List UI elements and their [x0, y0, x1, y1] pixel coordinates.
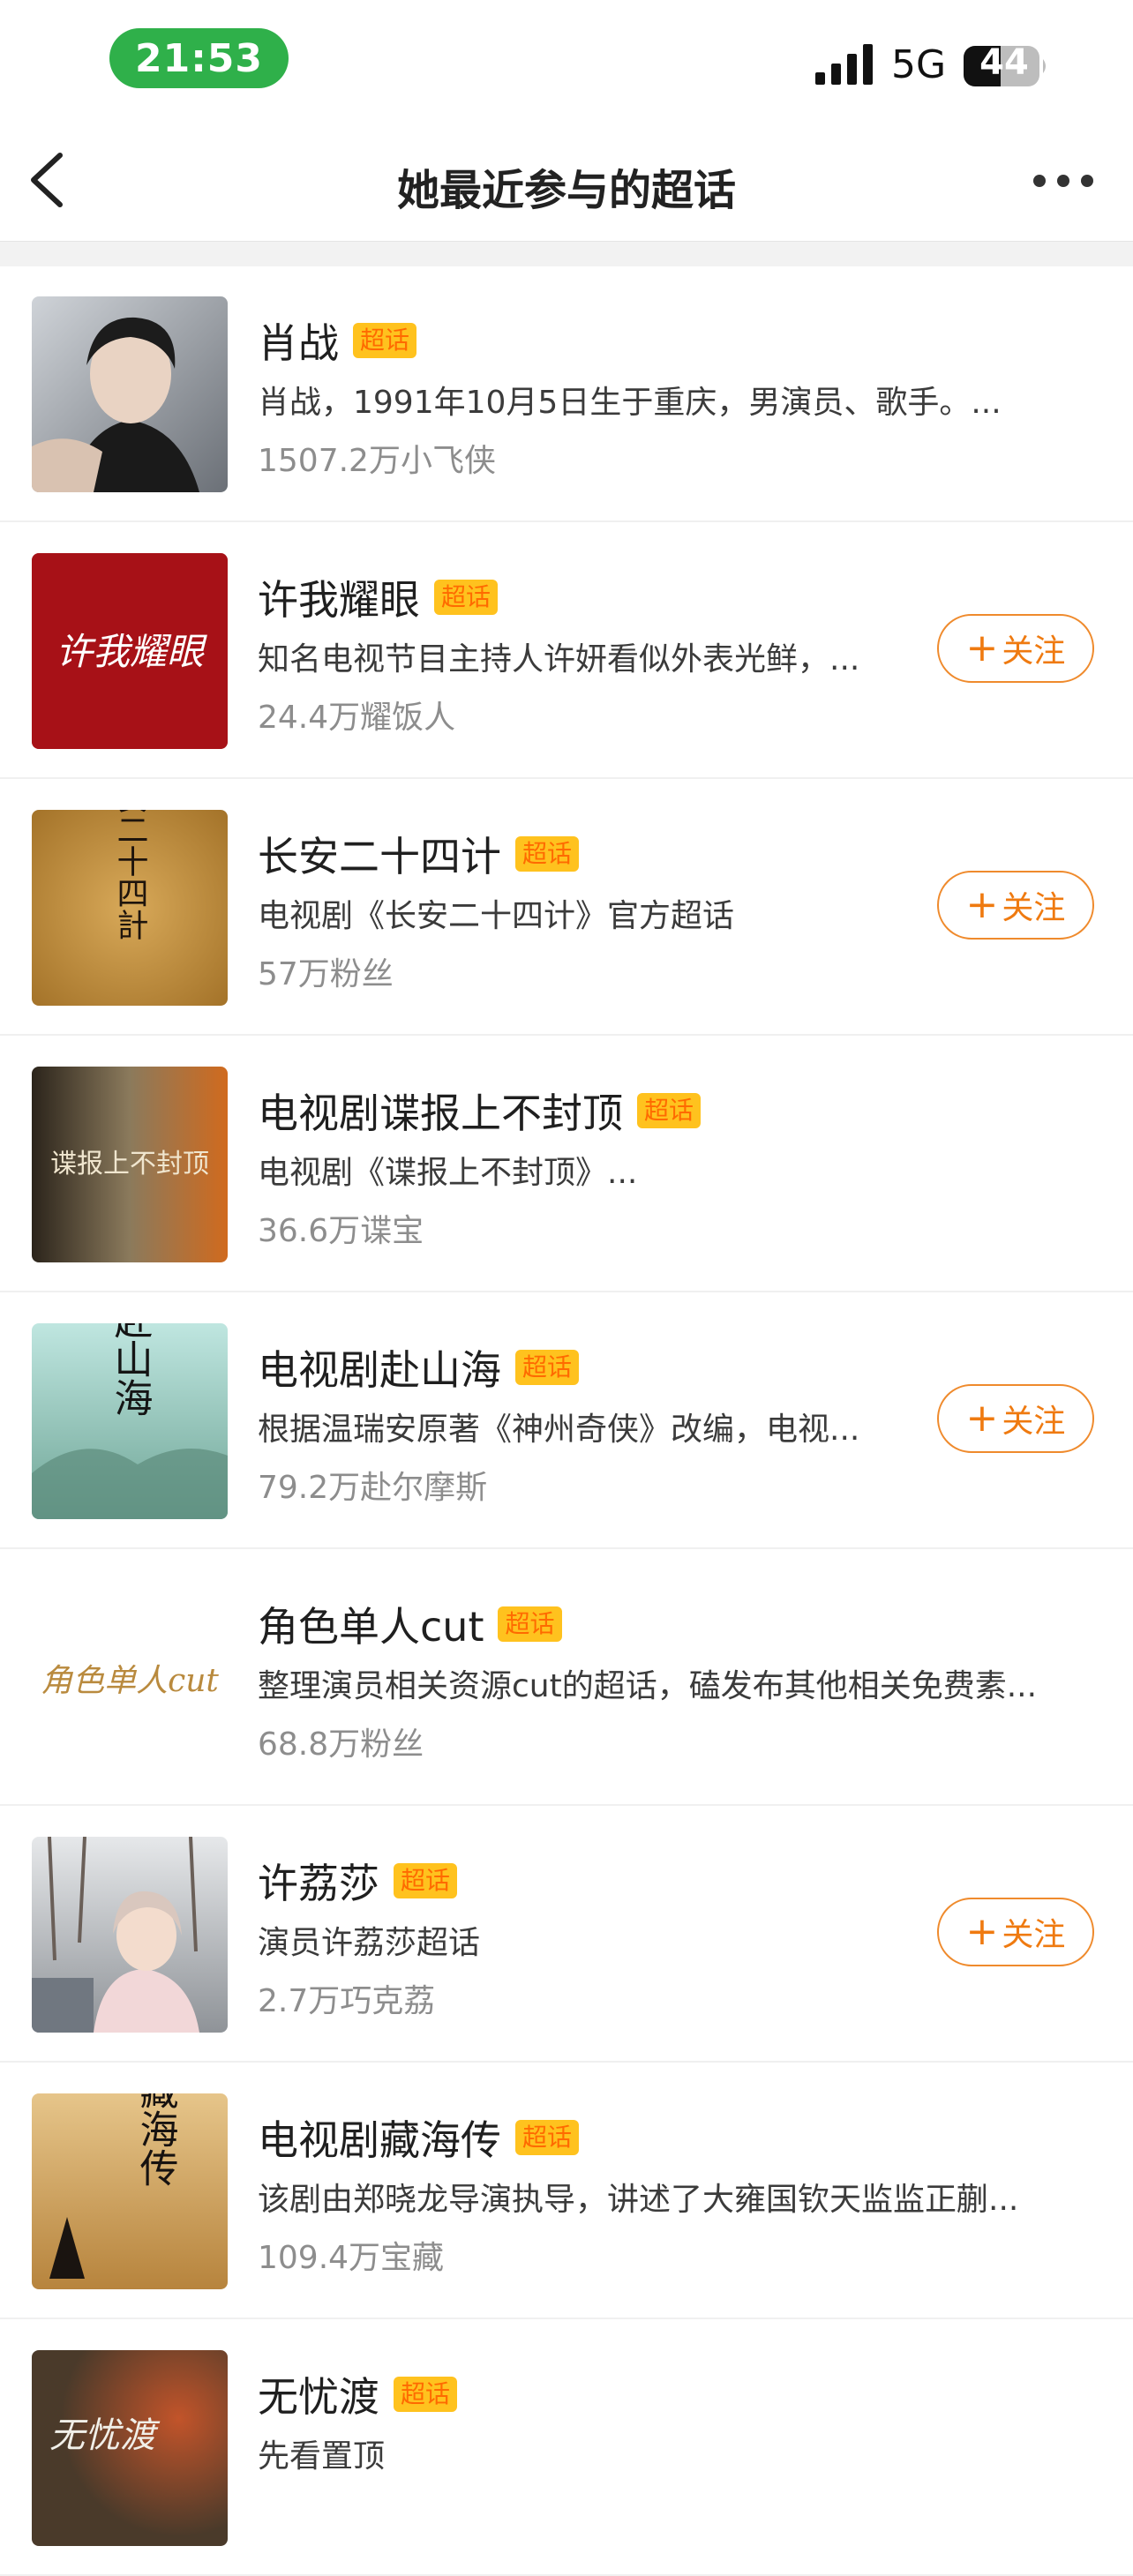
supertopic-badge: 超话 [515, 836, 580, 872]
topic-thumbnail: 长安二十四計 [32, 810, 228, 1006]
topic-follower-count: 1507.2万小飞侠 [258, 443, 496, 479]
supertopic-badge: 超话 [434, 580, 499, 615]
follow-label: 关注 [1002, 890, 1066, 926]
topic-description: 根据温瑞安原著《神州奇侠》改编，电视... [258, 1412, 860, 1448]
cellular-signal-icon [815, 44, 873, 85]
topic-row[interactable]: 肖战 超话 肖战，1991年10月5日生于重庆，男演员、歌手。... 1507.… [0, 266, 1133, 522]
topic-title: 许我耀眼 [258, 576, 420, 624]
topic-title: 无忧渡 [258, 2373, 379, 2421]
topic-title: 电视剧谍报上不封顶 [258, 1090, 623, 1137]
topic-row[interactable]: 许我耀眼 许我耀眼 超话 知名电视节目主持人许妍看似外表光鲜，... 24.4万… [0, 522, 1133, 779]
follow-button[interactable]: + 关注 [937, 1384, 1094, 1453]
topic-title: 角色单人cut [258, 1603, 484, 1651]
follow-button[interactable]: + 关注 [937, 614, 1094, 683]
supertopic-badge: 超话 [498, 1606, 562, 1642]
supertopic-badge: 超话 [515, 1350, 580, 1385]
topic-description: 先看置顶 [258, 2438, 386, 2475]
topic-title: 肖战 [258, 319, 339, 367]
topic-row[interactable]: 谍报上不封顶 电视剧谍报上不封顶 超话 电视剧《谍报上不封顶》... 36.6万… [0, 1036, 1133, 1292]
topic-thumbnail [32, 296, 228, 492]
follow-label: 关注 [1002, 1917, 1066, 1953]
follow-button[interactable]: + 关注 [937, 871, 1094, 940]
supertopic-badge: 超话 [637, 1093, 702, 1128]
topic-description: 演员许荔莎超话 [258, 1925, 481, 1961]
topic-row[interactable]: 角色单人cut 角色单人cut 超话 整理演员相关资源cut的超话，磕发布其他相… [0, 1549, 1133, 1806]
follow-button[interactable]: + 关注 [937, 1898, 1094, 1966]
topic-follower-count: 24.4万耀饭人 [258, 700, 456, 736]
topic-description: 整理演员相关资源cut的超话，磕发布其他相关免费素... [258, 1668, 1038, 1704]
topic-thumbnail: 角色单人cut [32, 1580, 228, 1776]
thumbnail-art-text: 藏海传 [133, 2093, 179, 2187]
plus-icon: + [965, 625, 999, 670]
thumbnail-art-text: 许我耀眼 [56, 630, 207, 673]
follow-label: 关注 [1002, 633, 1066, 670]
topic-title: 电视剧赴山海 [258, 1346, 501, 1394]
follow-label: 关注 [1002, 1404, 1066, 1440]
topic-description: 肖战，1991年10月5日生于重庆，男演员、歌手。... [258, 385, 1002, 421]
topic-row[interactable]: 藏海传 电视剧藏海传 超话 该剧由郑晓龙导演执导，讲述了大雍国钦天监监正蒯...… [0, 2063, 1133, 2319]
plus-icon: + [965, 1396, 999, 1441]
topic-row[interactable]: 长安二十四計 长安二十四计 超话 电视剧《长安二十四计》官方超话 57万粉丝 +… [0, 779, 1133, 1036]
topic-row[interactable]: 赴山海 电视剧赴山海 超话 根据温瑞安原著《神州奇侠》改编，电视... 79.2… [0, 1292, 1133, 1549]
plus-icon: + [965, 882, 999, 927]
topic-title: 许荔莎 [258, 1860, 379, 1907]
topic-row[interactable]: 无忧渡 无忧渡 超话 先看置顶 [0, 2319, 1133, 2576]
header-divider [0, 241, 1133, 266]
plus-icon: + [965, 1909, 999, 1954]
network-type: 5G [891, 42, 947, 87]
topic-list: 肖战 超话 肖战，1991年10月5日生于重庆，男演员、歌手。... 1507.… [0, 266, 1133, 2576]
thumbnail-art-text: 赴山海 [108, 1323, 153, 1417]
thumbnail-art-text: 谍报上不封顶 [50, 1149, 209, 1179]
topic-title: 长安二十四计 [258, 833, 501, 880]
supertopic-badge: 超话 [394, 1863, 458, 1898]
topic-thumbnail: 无忧渡 [32, 2350, 228, 2546]
thumbnail-art-text: 角色单人cut [41, 1663, 219, 1699]
topic-title: 电视剧藏海传 [258, 2116, 501, 2164]
topic-follower-count: 36.6万谍宝 [258, 1213, 424, 1249]
supertopic-badge: 超话 [515, 2120, 580, 2155]
thumbnail-art-text: 长安二十四計 [112, 810, 148, 940]
topic-follower-count: 79.2万赴尔摩斯 [258, 1470, 488, 1506]
status-bar: 21:53 5G 44 [0, 0, 1133, 124]
status-time: 21:53 [109, 28, 289, 88]
topic-thumbnail: 许我耀眼 [32, 553, 228, 749]
thumbnail-art-text: 无忧渡 [49, 2415, 161, 2456]
topic-thumbnail: 藏海传 [32, 2093, 228, 2289]
supertopic-badge: 超话 [394, 2377, 458, 2412]
supertopic-badge: 超话 [353, 323, 417, 358]
topic-follower-count: 68.8万粉丝 [258, 1726, 424, 1763]
topic-follower-count: 57万粉丝 [258, 956, 394, 992]
topic-description: 知名电视节目主持人许妍看似外表光鲜，... [258, 641, 860, 678]
battery-level: 44 [979, 42, 1029, 83]
topic-thumbnail: 谍报上不封顶 [32, 1067, 228, 1262]
topic-description: 电视剧《长安二十四计》官方超话 [258, 898, 735, 934]
topic-row[interactable]: 许荔莎 超话 演员许荔莎超话 2.7万巧克荔 + 关注 [0, 1806, 1133, 2063]
more-options-icon[interactable] [1024, 159, 1103, 203]
topic-thumbnail [32, 1837, 228, 2033]
topic-follower-count: 109.4万宝藏 [258, 2240, 445, 2276]
topic-thumbnail: 赴山海 [32, 1323, 228, 1519]
topic-follower-count: 2.7万巧克荔 [258, 1983, 436, 2019]
nav-header: 她最近参与的超话 [0, 124, 1133, 241]
topic-description: 电视剧《谍报上不封顶》... [258, 1155, 638, 1191]
topic-description: 该剧由郑晓龙导演执导，讲述了大雍国钦天监监正蒯... [258, 2182, 1019, 2218]
page-title: 她最近参与的超话 [396, 166, 736, 215]
